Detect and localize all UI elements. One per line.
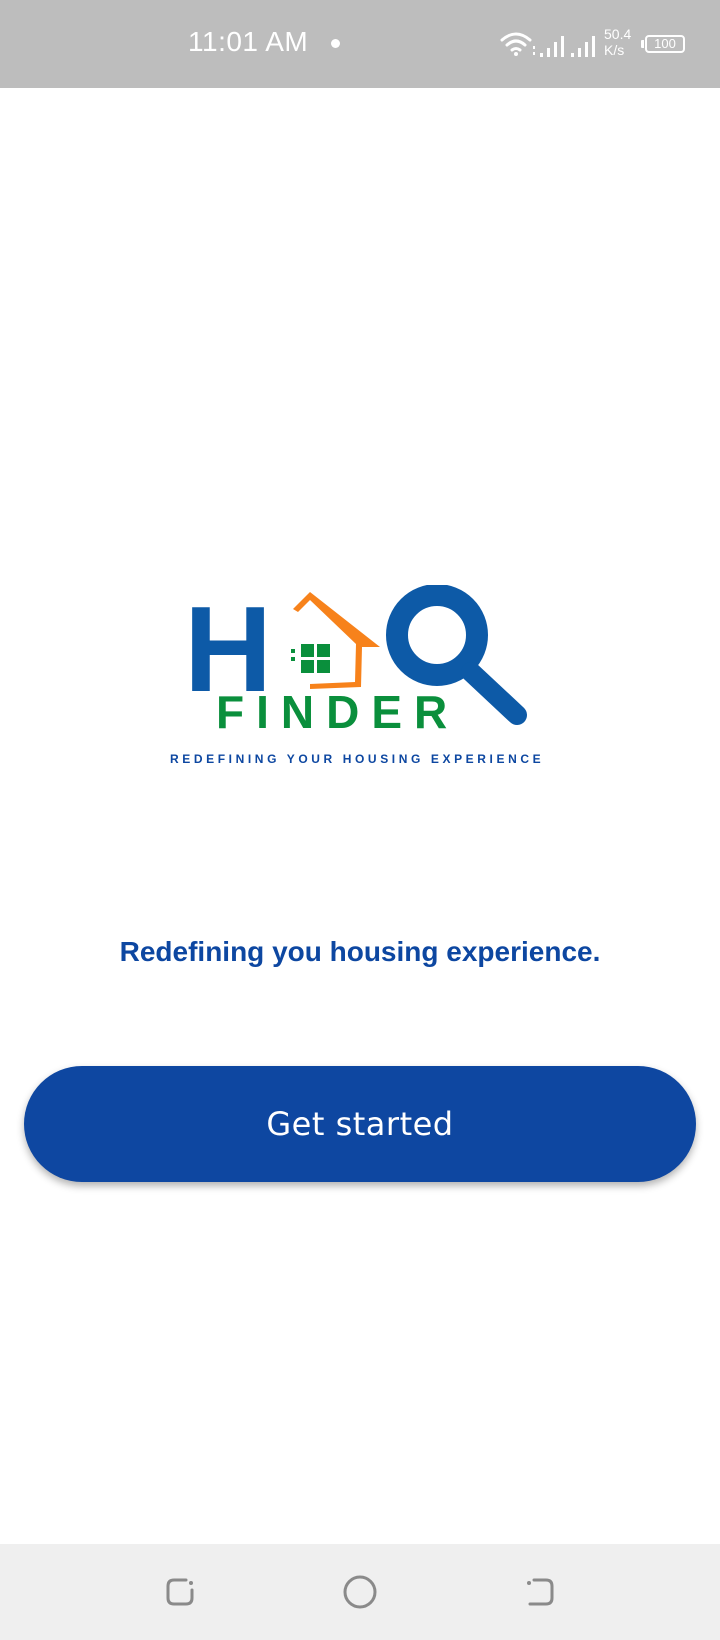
back-icon[interactable] — [516, 1568, 564, 1616]
house-icon — [291, 592, 380, 689]
network-speed-value: 50.4 — [604, 26, 632, 42]
navigation-bar — [0, 1544, 720, 1640]
logo-word: FINDER — [216, 686, 459, 738]
get-started-button[interactable]: Get started — [24, 1066, 696, 1182]
signal-icon — [540, 36, 564, 57]
signal-icon — [571, 36, 595, 57]
status-bar: 11:01 AM 50.4 K/s 100 — [0, 0, 720, 88]
home-icon[interactable] — [336, 1568, 384, 1616]
notification-dot-icon — [331, 39, 340, 48]
splash-screen: 11:01 AM 50.4 K/s 100 H FINDER REDEFININ… — [0, 0, 720, 1640]
status-time: 11:01 AM — [188, 26, 309, 57]
logo-slogan: REDEFINING YOUR HOUSING EXPERIENCE — [170, 752, 544, 766]
recents-icon[interactable] — [156, 1568, 204, 1616]
hq-finder-logo: H FINDER REDEFINING YOUR HOUSING EXPERIE… — [170, 585, 544, 766]
battery-icon: 100 — [645, 35, 685, 53]
battery-nub — [641, 40, 644, 48]
wifi-icon — [500, 32, 532, 56]
tagline: Redefining you housing experience. — [119, 936, 601, 967]
network-speed-unit: K/s — [604, 42, 625, 58]
network-speed: 50.4 K/s — [604, 26, 631, 58]
